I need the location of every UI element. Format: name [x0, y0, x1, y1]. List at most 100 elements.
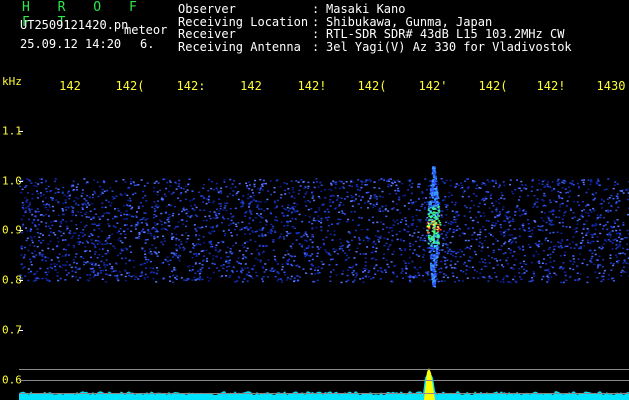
noise-pixel — [99, 270, 102, 272]
noise-pixel — [346, 254, 348, 257]
noise-pixel — [274, 260, 277, 262]
noise-pixel — [407, 225, 410, 227]
noise-pixel — [422, 256, 425, 258]
noise-pixel — [210, 246, 212, 248]
noise-pixel — [94, 239, 97, 242]
noise-pixel — [252, 199, 255, 201]
noise-pixel — [88, 204, 91, 206]
noise-pixel — [44, 197, 47, 199]
noise-pixel — [582, 236, 585, 239]
noise-pixel — [166, 260, 169, 263]
noise-pixel — [470, 245, 473, 247]
noise-pixel — [64, 206, 67, 208]
echo-pixel — [432, 284, 435, 287]
noise-pixel — [221, 222, 223, 224]
noise-pixel — [572, 268, 575, 271]
noise-pixel — [96, 257, 99, 259]
noise-pixel — [297, 181, 300, 183]
noise-pixel — [29, 244, 31, 246]
noise-pixel — [27, 249, 30, 252]
noise-pixel — [234, 281, 237, 283]
noise-pixel — [175, 248, 178, 250]
noise-pixel — [342, 182, 345, 185]
noise-pixel — [85, 182, 88, 185]
noise-pixel — [523, 229, 526, 231]
noise-pixel — [581, 179, 584, 181]
noise-pixel — [607, 211, 610, 213]
noise-pixel — [207, 190, 210, 192]
noise-pixel — [451, 272, 454, 274]
noise-pixel — [96, 243, 99, 245]
noise-pixel — [122, 230, 125, 233]
noise-pixel — [569, 226, 571, 228]
noise-pixel — [379, 278, 382, 280]
noise-pixel — [493, 271, 496, 274]
noise-pixel — [116, 274, 119, 277]
noise-pixel — [405, 272, 407, 274]
echo-pixel — [433, 228, 436, 231]
info-row-antenna: Receiving Antenna:3el Yagi(V) Az 330 for… — [178, 39, 572, 54]
noise-pixel — [569, 267, 572, 270]
noise-pixel — [41, 255, 44, 257]
noise-pixel — [443, 280, 446, 282]
noise-pixel — [451, 221, 454, 224]
noise-pixel — [130, 275, 133, 278]
noise-pixel — [578, 186, 580, 188]
noise-pixel — [272, 241, 275, 243]
noise-pixel — [192, 247, 194, 249]
noise-pixel — [335, 249, 338, 251]
noise-pixel — [395, 184, 398, 186]
noise-pixel — [365, 268, 368, 270]
noise-pixel — [443, 230, 445, 232]
noise-pixel — [175, 226, 178, 228]
noise-pixel — [281, 279, 283, 282]
noise-pixel — [385, 226, 388, 229]
noise-pixel — [404, 194, 407, 197]
y-axis-ticks — [19, 131, 23, 381]
noise-pixel — [559, 255, 562, 257]
x-tick-label: 142: — [176, 79, 206, 93]
noise-pixel — [297, 193, 300, 195]
noise-pixel — [593, 197, 596, 200]
echo-pixel — [432, 180, 434, 183]
echo-pixel — [431, 277, 434, 280]
noise-pixel — [144, 194, 147, 197]
noise-pixel — [30, 270, 32, 273]
noise-pixel — [421, 234, 424, 237]
noise-pixel — [156, 267, 158, 269]
noise-pixel — [253, 183, 256, 186]
noise-pixel — [269, 229, 272, 231]
noise-pixel — [212, 255, 215, 257]
noise-pixel — [411, 182, 414, 185]
noise-pixel — [618, 245, 621, 248]
noise-pixel — [72, 259, 75, 261]
noise-pixel — [332, 248, 335, 250]
noise-pixel — [289, 245, 292, 248]
noise-pixel — [454, 185, 457, 188]
noise-pixel — [210, 187, 213, 190]
noise-pixel — [509, 224, 512, 227]
noise-pixel — [367, 271, 370, 274]
noise-pixel — [463, 261, 466, 264]
noise-pixel — [145, 258, 147, 261]
noise-pixel — [372, 241, 374, 244]
noise-pixel — [172, 252, 175, 254]
noise-pixel — [425, 189, 428, 191]
noise-pixel — [27, 268, 30, 270]
spectrum-trace — [19, 368, 629, 400]
noise-pixel — [289, 232, 292, 234]
noise-pixel — [374, 250, 377, 253]
echo-pixel — [433, 180, 436, 182]
noise-pixel — [148, 248, 151, 250]
noise-pixel — [555, 201, 558, 203]
noise-pixel — [57, 214, 60, 216]
noise-pixel — [619, 234, 622, 237]
noise-pixel — [47, 247, 50, 250]
filename-label: UT2509121420.pn — [20, 18, 129, 32]
noise-pixel — [530, 280, 532, 282]
noise-pixel — [79, 241, 82, 243]
noise-pixel — [445, 236, 448, 239]
noise-pixel — [369, 180, 372, 182]
noise-pixel — [544, 239, 547, 241]
noise-pixel — [423, 280, 426, 282]
